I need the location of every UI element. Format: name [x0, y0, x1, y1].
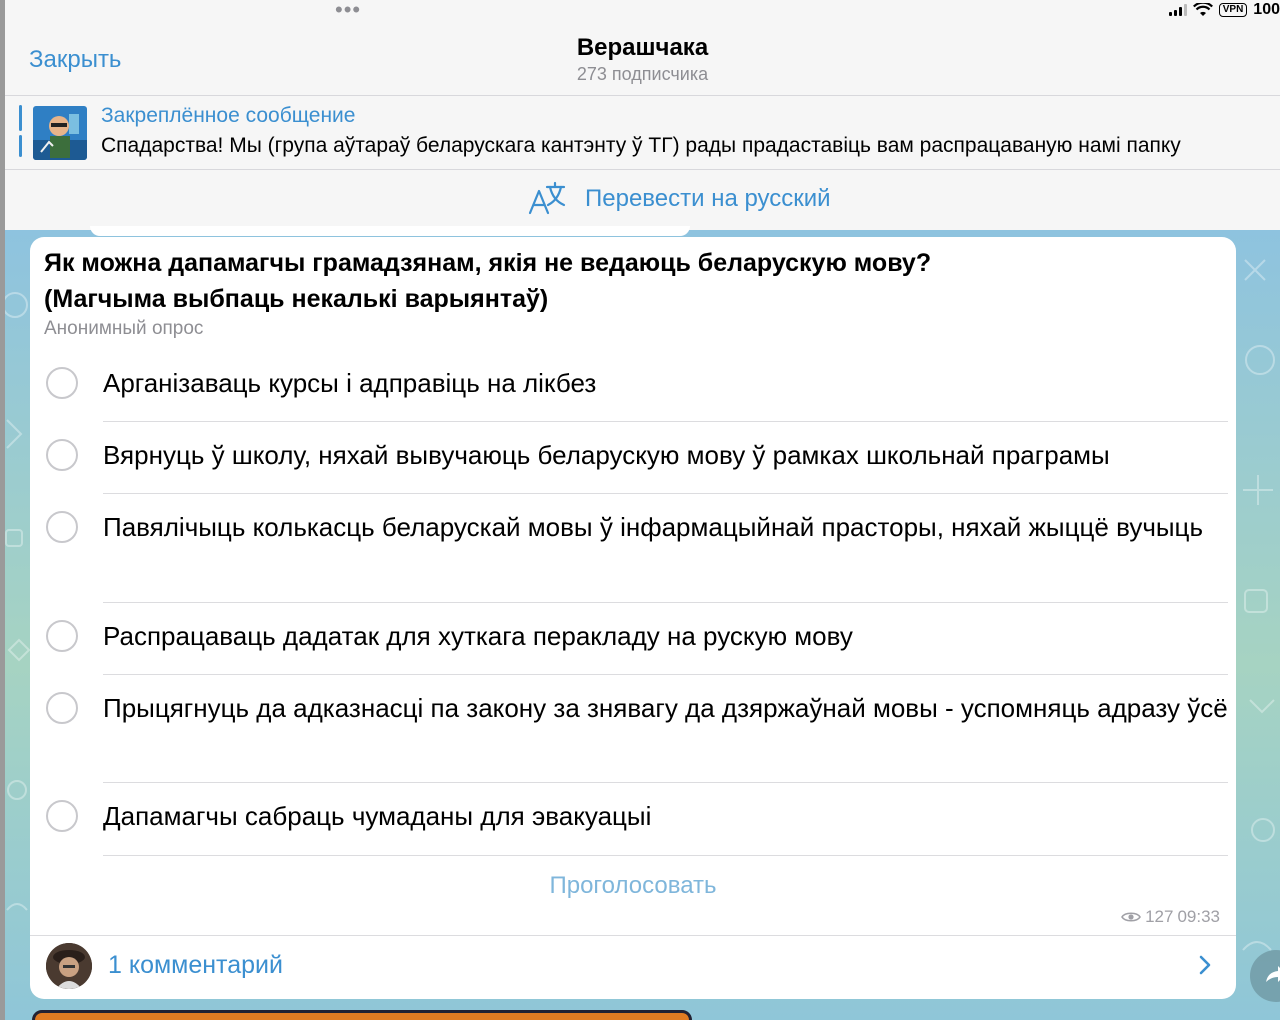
chevron-right-icon — [1199, 955, 1211, 975]
wifi-icon — [1192, 3, 1213, 16]
share-icon — [1266, 966, 1280, 982]
pinned-thumbnail — [33, 106, 87, 160]
comments-count: 1 комментарий — [108, 951, 283, 979]
radio-unchecked-icon[interactable] — [46, 620, 78, 652]
poll-option[interactable]: Павялічыць колькасць беларускай мовы ў і… — [30, 494, 1236, 603]
poll-message: Як можна дапамагчы грамадзянам, якія не … — [30, 237, 1236, 999]
share-button[interactable] — [1250, 950, 1280, 1002]
cellular-signal-icon — [1168, 4, 1187, 16]
pinned-indicator — [19, 105, 22, 131]
next-message-photo[interactable] — [32, 1010, 692, 1020]
poll-option-text: Павялічыць колькасць беларускай мовы ў і… — [103, 494, 1228, 603]
pinned-message-bar[interactable]: Закреплённое сообщение Спадарства! Мы (г… — [5, 95, 1280, 170]
poll-options: Арганізаваць курсы і адправіць на лікбез… — [30, 350, 1236, 856]
translate-icon — [528, 181, 566, 215]
poll-question: Як можна дапамагчы грамадзянам, якія не … — [44, 245, 1204, 317]
eye-icon — [1121, 912, 1142, 922]
poll-option-text: Арганізаваць курсы і адправіць на лікбез — [103, 350, 1228, 422]
message-time: 09:33 — [1177, 907, 1220, 926]
channel-title[interactable]: Верашчака — [5, 34, 1280, 62]
avatar — [46, 943, 92, 989]
translate-label: Перевести на русский — [585, 185, 831, 212]
previous-message-edge — [90, 226, 690, 236]
view-count: 127 — [1145, 907, 1174, 926]
radio-unchecked-icon[interactable] — [46, 511, 78, 543]
poll-option-text: Распрацаваць дадатак для хуткага перакла… — [103, 603, 1228, 675]
poll-option[interactable]: Арганізаваць курсы і адправіць на лікбез — [30, 350, 1236, 422]
chat-header: Закрыть Верашчака 273 подписчика — [5, 22, 1280, 95]
vpn-badge: VPN — [1218, 3, 1248, 17]
poll-option[interactable]: Вярнуць ў школу, няхай вывучаюць беларус… — [30, 422, 1236, 494]
poll-question-line-2: (Магчыма выбпаць некалькі варыянтаў) — [44, 285, 549, 313]
poll-option[interactable]: Дапамагчы сабраць чумаданы для эвакуацыі — [30, 783, 1236, 856]
status-bar: ••• VPN 100 — [5, 0, 1280, 22]
poll-option-text: Прыцягнуць да адказнасці па закону за зн… — [103, 675, 1228, 783]
poll-question-line-1: Як можна дапамагчы грамадзянам, якія не … — [44, 249, 932, 277]
message-meta: 127 09:33 — [1121, 907, 1220, 927]
poll-option[interactable]: Прыцягнуць да адказнасці па закону за зн… — [30, 675, 1236, 783]
poll-option[interactable]: Распрацаваць дадатак для хуткага перакла… — [30, 603, 1236, 675]
multitasking-dots-icon[interactable]: ••• — [335, 0, 361, 21]
poll-type-label: Анонимный опрос — [44, 318, 204, 339]
radio-unchecked-icon[interactable] — [46, 692, 78, 724]
radio-unchecked-icon[interactable] — [46, 367, 78, 399]
radio-unchecked-icon[interactable] — [46, 439, 78, 471]
vote-button[interactable]: Проголосовать — [30, 872, 1236, 900]
pinned-indicator — [19, 135, 22, 157]
pinned-text: Спадарства! Мы (група аўтараў беларускаг… — [101, 134, 1181, 157]
battery-percentage: 100 — [1253, 1, 1280, 18]
comments-bar[interactable]: 1 комментарий — [30, 935, 1236, 999]
subscriber-count: 273 подписчика — [576, 64, 709, 84]
pinned-label: Закреплённое сообщение — [101, 104, 356, 127]
poll-option-text: Дапамагчы сабраць чумаданы для эвакуацыі — [103, 783, 1228, 856]
radio-unchecked-icon[interactable] — [46, 800, 78, 832]
poll-option-text: Вярнуць ў школу, няхай вывучаюць беларус… — [103, 422, 1228, 494]
translate-bar[interactable]: Перевести на русский — [5, 170, 1280, 230]
